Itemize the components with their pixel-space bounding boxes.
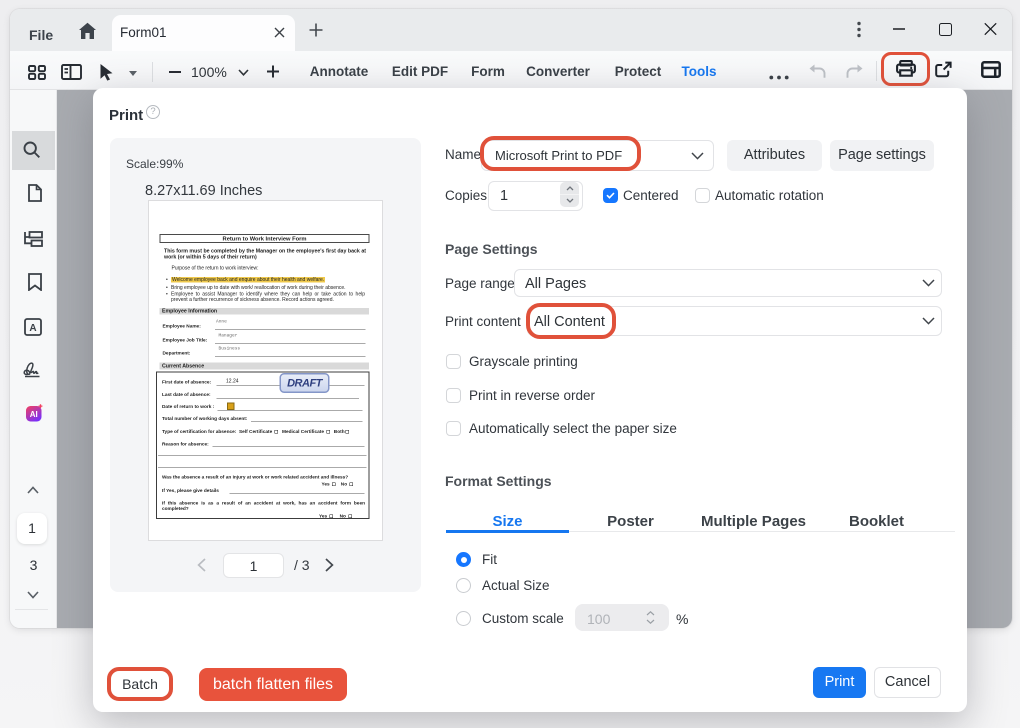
- svg-text:AI: AI: [30, 410, 38, 419]
- svg-text:A: A: [29, 323, 36, 334]
